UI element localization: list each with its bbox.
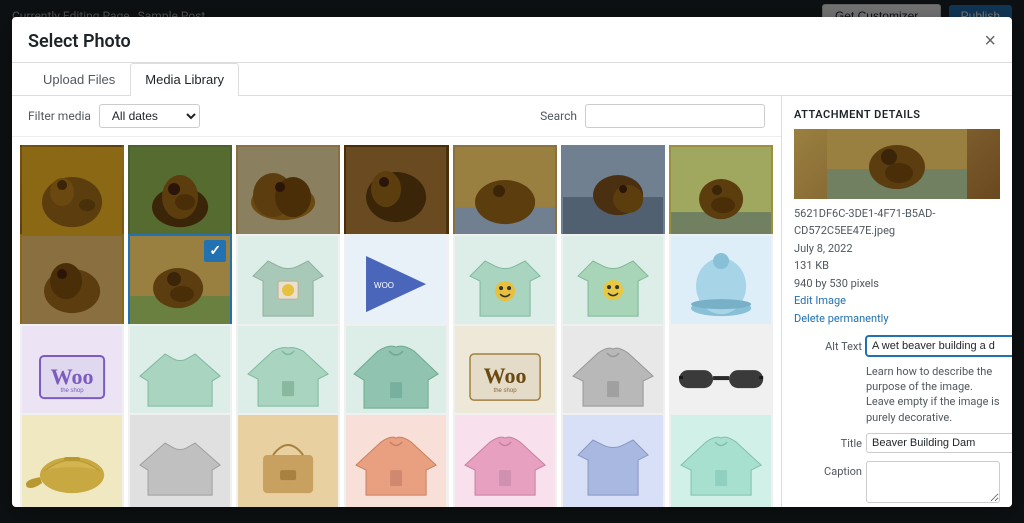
attachment-date: July 8, 2022	[794, 240, 1000, 258]
media-item[interactable]	[128, 413, 232, 507]
attachment-thumbnail	[794, 129, 1000, 199]
title-label: Title	[794, 433, 862, 450]
modal-title: Select Photo	[28, 31, 131, 52]
media-left-panel: Filter media All dates Search	[12, 96, 782, 507]
alt-text-row: Alt Text	[794, 336, 1000, 356]
tab-media-library[interactable]: Media Library	[130, 63, 239, 96]
svg-text:the shop: the shop	[493, 388, 517, 394]
media-toolbar: Filter media All dates Search	[12, 96, 781, 137]
attachment-meta: 5621DF6C-3DE1-4F71-B5AD-CD572C5EE47E.jpe…	[794, 205, 1000, 328]
attachment-dimensions: 940 by 530 pixels	[794, 275, 1000, 293]
media-item[interactable]	[236, 413, 340, 507]
alt-text-label: Alt Text	[794, 336, 862, 353]
media-item[interactable]	[20, 413, 124, 507]
filter-dates-select[interactable]: All dates	[99, 104, 200, 128]
search-input[interactable]	[585, 104, 765, 128]
modal-tabs: Upload Files Media Library	[12, 63, 1012, 96]
attachment-details-panel: ATTACHMENT DETAILS 5621DF6C-3DE1-4F71-B5…	[782, 96, 1012, 507]
media-item[interactable]	[344, 413, 448, 507]
svg-text:WOO: WOO	[374, 281, 394, 290]
media-item[interactable]	[669, 413, 773, 507]
tab-upload-files[interactable]: Upload Files	[28, 63, 130, 95]
attachment-filename: 5621DF6C-3DE1-4F71-B5AD-CD572C5EE47E.jpe…	[794, 205, 1000, 240]
caption-row: Caption	[794, 461, 1000, 503]
title-row: Title	[794, 433, 1000, 453]
delete-permanently-link[interactable]: Delete permanently	[794, 312, 889, 325]
search-group: Search	[540, 104, 765, 128]
modal-close-button[interactable]: ×	[984, 31, 996, 51]
select-photo-modal: Select Photo × Upload Files Media Librar…	[12, 17, 1012, 507]
modal-overlay: Select Photo × Upload Files Media Librar…	[0, 0, 1024, 523]
filter-group: Filter media All dates	[28, 104, 200, 128]
alt-text-input[interactable]	[866, 336, 1012, 356]
filter-label: Filter media	[28, 109, 91, 123]
modal-header: Select Photo ×	[12, 17, 1012, 63]
attachment-filesize: 131 KB	[794, 257, 1000, 275]
caption-label: Caption	[794, 461, 862, 478]
edit-image-link[interactable]: Edit Image	[794, 294, 846, 307]
title-input[interactable]	[866, 433, 1012, 453]
caption-input[interactable]	[866, 461, 1000, 503]
modal-body: Filter media All dates Search	[12, 96, 1012, 507]
search-label: Search	[540, 109, 577, 123]
media-grid: ✓	[12, 137, 781, 507]
media-item[interactable]	[453, 413, 557, 507]
alt-text-help: Learn how to describe the purpose of the…	[866, 364, 1000, 426]
media-item[interactable]	[561, 413, 665, 507]
selected-checkmark: ✓	[204, 240, 226, 262]
svg-text:Woo: Woo	[51, 364, 94, 389]
svg-text:Woo: Woo	[483, 363, 526, 388]
svg-text:the shop: the shop	[61, 388, 85, 394]
attachment-details-title: ATTACHMENT DETAILS	[794, 108, 1000, 121]
